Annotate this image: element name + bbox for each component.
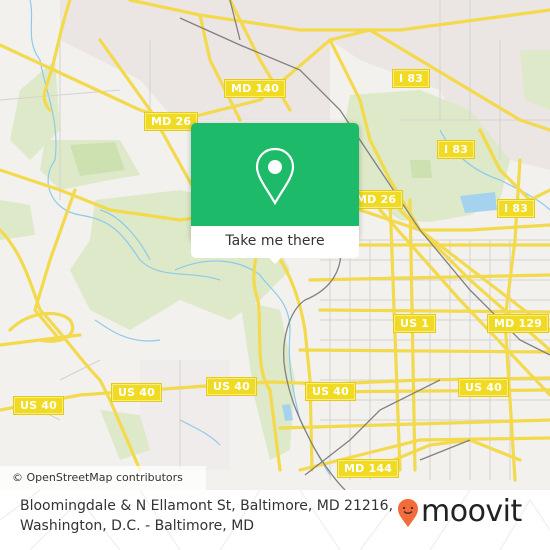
map-view[interactable]: MD 140 I 83 I 83 I 83 MD 26 MD 26 MD 129…: [0, 0, 550, 490]
road-label-md129: MD 129: [488, 315, 549, 332]
map-pin-icon: [255, 147, 295, 205]
road-label-md26-left: MD 26: [145, 113, 198, 130]
road-label-md144: MD 144: [338, 460, 399, 477]
popup-pointer: [267, 256, 283, 264]
road-label-us1: US 1: [394, 315, 436, 332]
address-line-2: Washington, D.C. - Baltimore, MD: [20, 518, 255, 534]
road-label-i83-top: I 83: [393, 70, 430, 87]
road-label-us40-left: US 40: [112, 384, 161, 401]
road-label-us40-right: US 40: [459, 379, 508, 396]
location-popup: Take me there: [191, 123, 359, 264]
popup-header: [191, 123, 359, 232]
road-label-us40-far-left: US 40: [14, 397, 63, 414]
road-label-us40-center: US 40: [207, 378, 256, 395]
road-label-us40-mid: US 40: [306, 383, 355, 400]
footer: Bloomingdale & N Ellamont St, Baltimore,…: [0, 490, 550, 550]
map-attribution[interactable]: © OpenStreetMap contributors: [0, 466, 206, 490]
address-text: Bloomingdale & N Ellamont St, Baltimore,…: [20, 496, 420, 536]
moovit-wordmark: moovit: [421, 494, 522, 529]
moovit-pin-icon: [398, 499, 418, 527]
road-label-md140: MD 140: [225, 80, 286, 97]
road-label-i83-mid: I 83: [438, 141, 475, 158]
take-me-there-button[interactable]: Take me there: [191, 226, 359, 258]
address-line-1: Bloomingdale & N Ellamont St, Baltimore,…: [20, 498, 394, 514]
road-label-i83-right: I 83: [498, 200, 535, 217]
